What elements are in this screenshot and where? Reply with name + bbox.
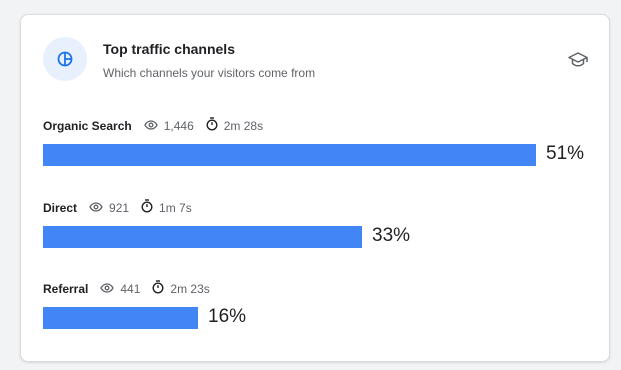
timer-icon (206, 116, 224, 136)
duration-group: 2m 28s (206, 116, 264, 136)
eye-icon (143, 117, 164, 135)
channel-row: Direct 921 1m 7s 33% (43, 198, 603, 259)
channel-duration: 1m 7s (159, 201, 192, 215)
views-group: 1,446 (143, 117, 194, 135)
channel-name: Direct (43, 201, 78, 215)
channel-views: 1,446 (163, 119, 194, 133)
eye-icon (89, 199, 109, 217)
duration-group: 2m 23s (152, 279, 210, 299)
channel-views: 441 (120, 282, 141, 296)
channel-meta: Referral 441 2m 23s (43, 279, 210, 299)
channel-row: Referral 441 2m 23s 16% (43, 279, 603, 340)
channel-views: 921 (109, 201, 130, 215)
card-title: Top traffic channels (103, 41, 235, 57)
timer-icon (152, 279, 170, 299)
channel-name: Organic Search (43, 119, 132, 133)
share-bar (43, 226, 362, 248)
channel-percent: 16% (208, 306, 247, 327)
traffic-channels-card: Top traffic channels Which channels your… (20, 14, 610, 362)
pie-chart-icon (43, 37, 87, 81)
timer-icon (141, 198, 159, 218)
channel-meta: Direct 921 1m 7s (43, 198, 192, 218)
school-icon[interactable] (567, 49, 589, 71)
share-bar-track (43, 307, 543, 329)
channel-duration: 2m 28s (223, 119, 264, 133)
channel-name: Referral (43, 282, 89, 296)
share-bar (43, 307, 198, 329)
channel-duration: 2m 23s (170, 282, 210, 296)
views-group: 921 (89, 199, 129, 217)
share-bar-track (43, 226, 543, 248)
eye-icon (100, 280, 120, 298)
share-bar (43, 144, 536, 166)
channel-row: Organic Search 1,446 2m 28s 51% (43, 116, 603, 177)
channel-meta: Organic Search 1,446 2m 28s (43, 116, 264, 136)
channel-percent: 51% (546, 143, 585, 164)
channel-percent: 33% (372, 225, 411, 246)
duration-group: 1m 7s (141, 198, 192, 218)
views-group: 441 (100, 280, 140, 298)
share-bar-track (43, 144, 543, 166)
card-subtitle: Which channels your visitors come from (103, 66, 316, 80)
